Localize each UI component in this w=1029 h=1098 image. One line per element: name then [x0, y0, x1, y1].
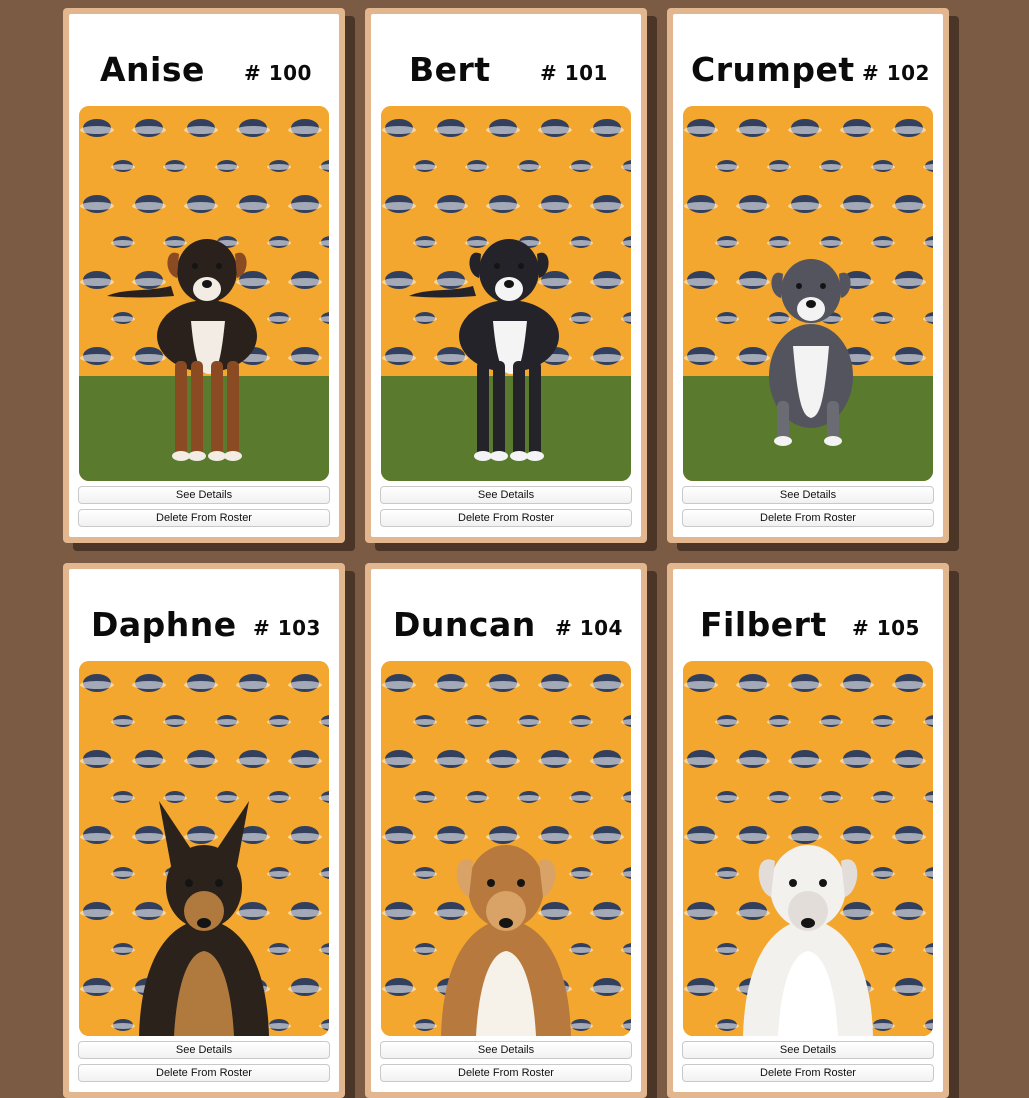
puppy-number: # 102	[862, 61, 930, 85]
puppy-photo-image	[79, 661, 329, 1036]
puppy-card-body: Filbert # 105 See Details Delete From Ro…	[673, 569, 943, 1092]
puppy-number: # 101	[540, 61, 608, 85]
puppy-card: Filbert # 105 See Details Delete From Ro…	[667, 563, 949, 1098]
see-details-button[interactable]: See Details	[682, 1041, 934, 1059]
see-details-button[interactable]: See Details	[682, 486, 934, 504]
puppy-number: # 100	[244, 61, 312, 85]
puppy-photo-image	[79, 106, 329, 481]
puppy-photo-image	[381, 661, 631, 1036]
puppy-name: Bert	[409, 50, 491, 89]
puppy-photo	[79, 106, 329, 481]
puppy-card: Crumpet # 102 See Details Delete From Ro…	[667, 8, 949, 543]
puppy-photo-image	[381, 106, 631, 481]
puppy-card-body: Bert # 101 See Details Delete From Roste…	[371, 14, 641, 537]
roster-grid: Anise # 100 See Details Delete From Rost…	[0, 0, 1029, 1098]
puppy-number: # 103	[253, 616, 321, 640]
see-details-button[interactable]: See Details	[380, 486, 632, 504]
puppy-photo	[683, 106, 933, 481]
puppy-photo	[79, 661, 329, 1036]
puppy-name: Duncan	[393, 605, 536, 644]
delete-from-roster-button[interactable]: Delete From Roster	[380, 509, 632, 527]
delete-from-roster-button[interactable]: Delete From Roster	[78, 1064, 330, 1082]
puppy-number: # 105	[852, 616, 920, 640]
puppy-name: Anise	[100, 50, 205, 89]
delete-from-roster-button[interactable]: Delete From Roster	[78, 509, 330, 527]
puppy-name: Daphne	[91, 605, 237, 644]
delete-from-roster-button[interactable]: Delete From Roster	[380, 1064, 632, 1082]
puppy-name: Filbert	[700, 605, 827, 644]
puppy-card: Anise # 100 See Details Delete From Rost…	[63, 8, 345, 543]
see-details-button[interactable]: See Details	[380, 1041, 632, 1059]
delete-from-roster-button[interactable]: Delete From Roster	[682, 509, 934, 527]
puppy-photo	[381, 106, 631, 481]
puppy-card-body: Daphne # 103 See Details Delete From Ros…	[69, 569, 339, 1092]
puppy-card: Daphne # 103 See Details Delete From Ros…	[63, 563, 345, 1098]
puppy-card-body: Crumpet # 102 See Details Delete From Ro…	[673, 14, 943, 537]
delete-from-roster-button[interactable]: Delete From Roster	[682, 1064, 934, 1082]
puppy-card-body: Anise # 100 See Details Delete From Rost…	[69, 14, 339, 537]
see-details-button[interactable]: See Details	[78, 1041, 330, 1059]
see-details-button[interactable]: See Details	[78, 486, 330, 504]
puppy-photo	[381, 661, 631, 1036]
puppy-name: Crumpet	[691, 50, 855, 89]
puppy-card: Bert # 101 See Details Delete From Roste…	[365, 8, 647, 543]
puppy-card-body: Duncan # 104 See Details Delete From Ros…	[371, 569, 641, 1092]
puppy-card: Duncan # 104 See Details Delete From Ros…	[365, 563, 647, 1098]
puppy-photo-image	[683, 106, 933, 481]
puppy-number: # 104	[555, 616, 623, 640]
puppy-photo-image	[683, 661, 933, 1036]
puppy-photo	[683, 661, 933, 1036]
